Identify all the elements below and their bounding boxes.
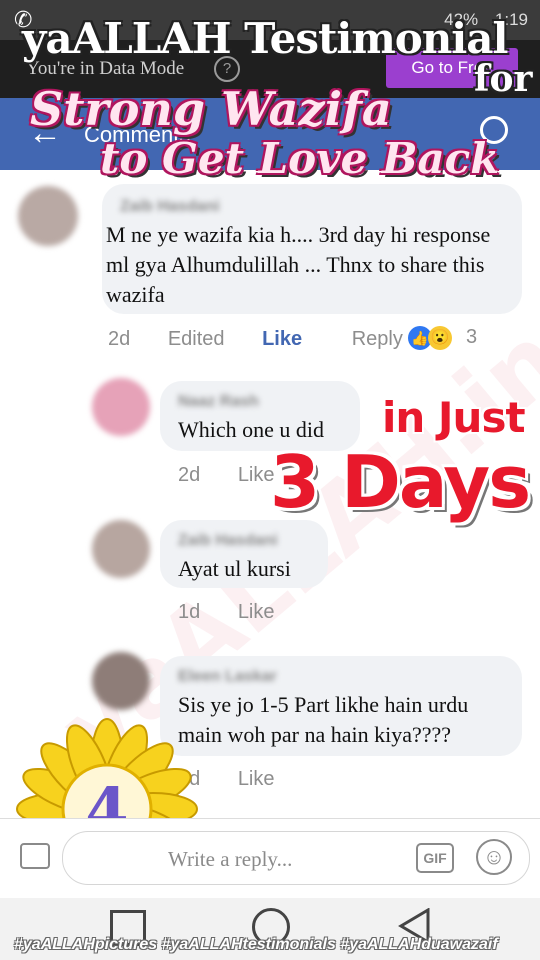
comment-author[interactable]: Naaz Rash	[178, 393, 259, 411]
reply-bar: Write a reply... GIF ☺	[0, 818, 540, 899]
overlay-subtitle-1: Strong Wazifa	[30, 82, 392, 136]
comment-author[interactable]: Eleen Laskar	[178, 668, 277, 686]
reply-input[interactable]	[62, 831, 530, 885]
emoji-icon[interactable]: ☺	[476, 839, 512, 875]
like-button[interactable]: Like	[238, 464, 275, 486]
comment-bubble: Zaib Hasdani M ne ye wazifa kia h.... 3r…	[102, 184, 522, 314]
comment-author[interactable]: Zaib Hasdani	[120, 198, 220, 216]
comment-meta: 2d Edited Like Reply	[108, 328, 403, 351]
promo-in-just: in Just	[382, 393, 526, 442]
reply-button[interactable]: Reply	[352, 328, 403, 350]
comment-meta: 1d Like	[178, 601, 275, 624]
comment-time: 2d	[178, 464, 201, 486]
promo-3-days: 3 Days	[270, 440, 531, 524]
gif-icon[interactable]: GIF	[416, 843, 454, 873]
avatar[interactable]	[18, 186, 78, 246]
avatar[interactable]	[92, 520, 150, 578]
comment-text: Ayat ul kursi	[178, 556, 291, 581]
wow-reaction-icon: 😮	[428, 326, 452, 350]
comment-text: Sis ye jo 1-5 Part likhe hain urdu main …	[178, 692, 469, 747]
camera-icon[interactable]	[20, 843, 50, 869]
comment-bubble: Zaib Hasdani Ayat ul kursi	[160, 520, 328, 588]
like-button[interactable]: Like	[262, 328, 302, 350]
avatar[interactable]	[92, 378, 150, 436]
comment-meta: 2d Like	[178, 464, 275, 487]
comment-author[interactable]: Zaib Hasdani	[178, 532, 278, 550]
edited-label: Edited	[167, 328, 225, 350]
avatar[interactable]	[92, 652, 150, 710]
comment-bubble: Eleen Laskar Sis ye jo 1-5 Part likhe ha…	[160, 656, 522, 756]
overlay-title: yaALLAH Testimonial	[22, 14, 508, 63]
hashtags: #yaALLAHpictures #yaALLAHtestimonials #y…	[14, 936, 498, 953]
overlay-for: for	[474, 58, 533, 100]
comment-time: 2d	[108, 328, 131, 350]
reply-placeholder: Write a reply...	[168, 847, 293, 871]
like-button[interactable]: Like	[238, 601, 275, 623]
reaction-count: 3	[466, 326, 478, 348]
comment-time: 1d	[178, 601, 201, 623]
overlay-subtitle-2: to Get Love Back	[100, 134, 500, 183]
comment-text: M ne ye wazifa kia h.... 3rd day hi resp…	[106, 222, 491, 307]
like-button[interactable]: Like	[238, 768, 275, 790]
